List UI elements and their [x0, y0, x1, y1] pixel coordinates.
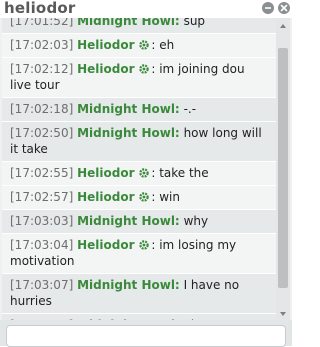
- chat-window: heliodor [17:01:52] Midnight Howl: sup [1…: [0, 0, 292, 347]
- chat-message: [17:03:04] Heliodor : im losing my motiv…: [2, 234, 276, 274]
- message-author[interactable]: Midnight Howl:: [77, 278, 180, 292]
- chat-message: [17:03:03] Midnight Howl: why: [2, 210, 276, 234]
- message-timestamp: [17:03:04]: [10, 238, 74, 252]
- message-text: -.-: [183, 102, 197, 116]
- chat-scrollbar[interactable]: [276, 18, 290, 320]
- scroll-down-button[interactable]: [276, 306, 290, 320]
- message-author[interactable]: Heliodor: [77, 166, 134, 180]
- message-author[interactable]: Heliodor: [77, 62, 134, 76]
- message-timestamp: [17:02:18]: [10, 102, 74, 116]
- arrow-down-icon: [280, 312, 286, 316]
- chat-message: [17:02:50] Midnight Howl: how long will …: [2, 122, 276, 162]
- chat-log[interactable]: [17:01:52] Midnight Howl: sup [17:02:03] …: [2, 18, 276, 320]
- message-text: why: [183, 214, 209, 228]
- close-button[interactable]: [278, 2, 290, 14]
- scroll-up-button[interactable]: [276, 18, 290, 32]
- scrollbar-thumb[interactable]: [278, 48, 288, 288]
- gear-badge-icon: [139, 64, 150, 74]
- close-circle-icon: [280, 4, 288, 12]
- message-timestamp: [17:02:12]: [10, 62, 74, 76]
- chat-message: [17:02:18] Midnight Howl: -.-: [2, 98, 276, 122]
- message-author[interactable]: Midnight Howl:: [77, 18, 180, 28]
- minus-circle-icon: [265, 7, 271, 9]
- message-author[interactable]: Heliodor: [77, 190, 134, 204]
- chat-message: [17:01:52] Midnight Howl: sup: [2, 18, 276, 34]
- chat-message: [17:02:57] Heliodor : win: [2, 186, 276, 210]
- message-timestamp: [17:02:57]: [10, 190, 74, 204]
- message-author[interactable]: Midnight Howl:: [77, 126, 180, 140]
- chat-message: [17:02:03] Heliodor : eh: [2, 34, 276, 58]
- message-author[interactable]: Midnight Howl:: [77, 102, 180, 116]
- message-input[interactable]: [6, 325, 286, 347]
- message-text: eh: [159, 38, 175, 52]
- message-timestamp: [17:03:03]: [10, 214, 74, 228]
- chat-message: [17:02:12] Heliodor : im joining dou liv…: [2, 58, 276, 98]
- window-title: heliodor: [4, 0, 76, 17]
- message-timestamp: [17:02:03]: [10, 38, 74, 52]
- chat-message: [17:02:55] Heliodor : take the: [2, 162, 276, 186]
- message-author[interactable]: Heliodor: [77, 238, 134, 252]
- message-timestamp: [17:03:07]: [10, 278, 74, 292]
- message-timestamp: [17:02:55]: [10, 166, 74, 180]
- minimize-button[interactable]: [262, 2, 274, 14]
- gear-badge-icon: [139, 192, 150, 202]
- message-author[interactable]: Midnight Howl:: [77, 214, 180, 228]
- chat-message: [17:03:07] Midnight Howl: I have no hurr…: [2, 274, 276, 314]
- message-text: take the: [159, 166, 209, 180]
- title-bar[interactable]: heliodor: [0, 0, 292, 18]
- message-text: sup: [183, 18, 206, 28]
- message-text: win: [159, 190, 180, 204]
- gear-badge-icon: [139, 168, 150, 178]
- arrow-up-icon: [280, 24, 286, 28]
- gear-badge-icon: [139, 240, 150, 250]
- input-area: [0, 320, 292, 347]
- message-author[interactable]: Heliodor: [77, 38, 134, 52]
- gear-badge-icon: [139, 40, 150, 50]
- message-timestamp: [17:02:50]: [10, 126, 74, 140]
- chat-messages: [17:01:52] Midnight Howl: sup [17:02:03] …: [2, 18, 276, 320]
- message-timestamp: [17:01:52]: [10, 18, 74, 28]
